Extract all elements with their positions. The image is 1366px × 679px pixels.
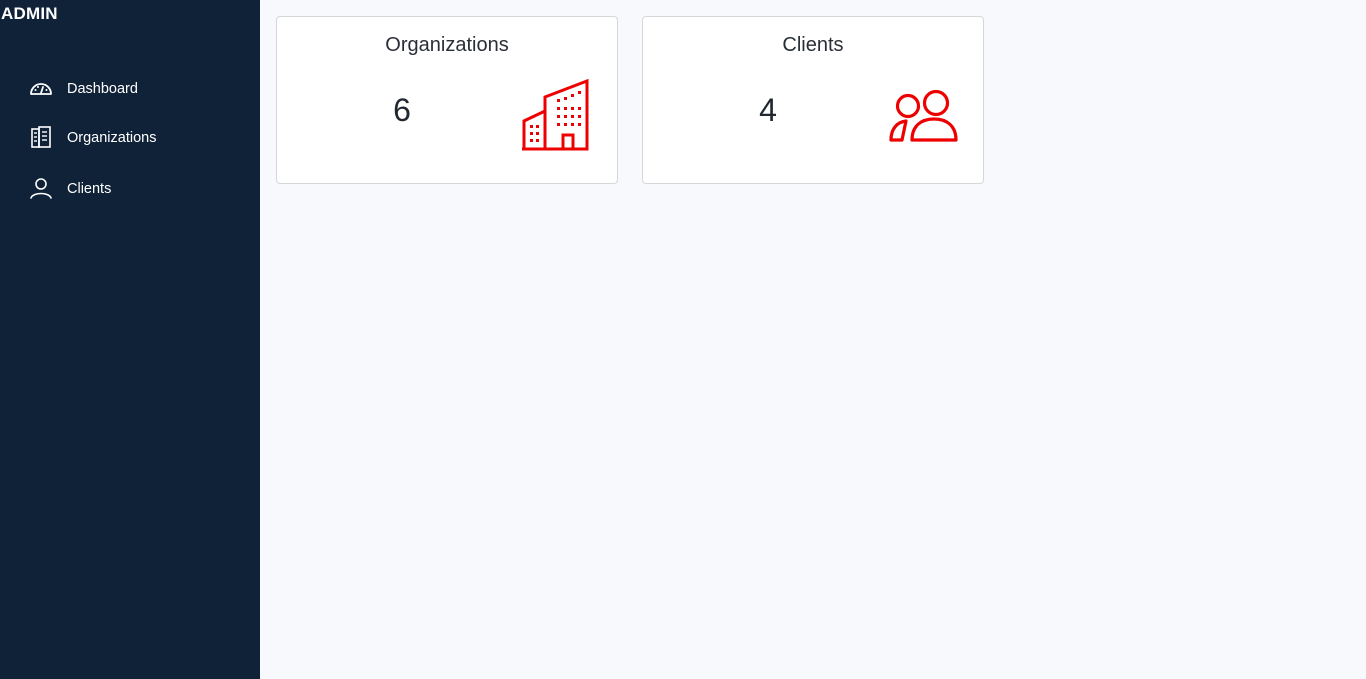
card-title: Clients xyxy=(782,34,844,56)
users-icon xyxy=(888,89,958,148)
sidebar-item-organizations[interactable]: Organizations xyxy=(28,123,248,153)
dashboard-gauge-icon xyxy=(28,76,54,102)
building-icon xyxy=(28,125,54,151)
card-value: 4 xyxy=(759,92,777,128)
sidebar-item-label: Dashboard xyxy=(67,81,138,97)
card-title: Organizations xyxy=(385,34,509,56)
buildings-icon xyxy=(521,78,589,156)
sidebar-item-label: Organizations xyxy=(67,130,157,146)
sidebar-item-label: Clients xyxy=(67,181,112,197)
sidebar-item-dashboard[interactable]: Dashboard xyxy=(28,74,248,104)
brand-title: ADMIN xyxy=(1,4,58,23)
sidebar: ADMIN Dashboard Organizations Clients xyxy=(0,0,260,679)
clients-card[interactable]: Clients 4 xyxy=(642,16,984,184)
organizations-card[interactable]: Organizations 6 xyxy=(276,16,618,184)
person-icon xyxy=(28,176,54,202)
sidebar-item-clients[interactable]: Clients xyxy=(28,174,248,204)
card-value: 6 xyxy=(393,92,411,128)
main-content: Organizations 6 Clients 4 xyxy=(260,0,1366,679)
